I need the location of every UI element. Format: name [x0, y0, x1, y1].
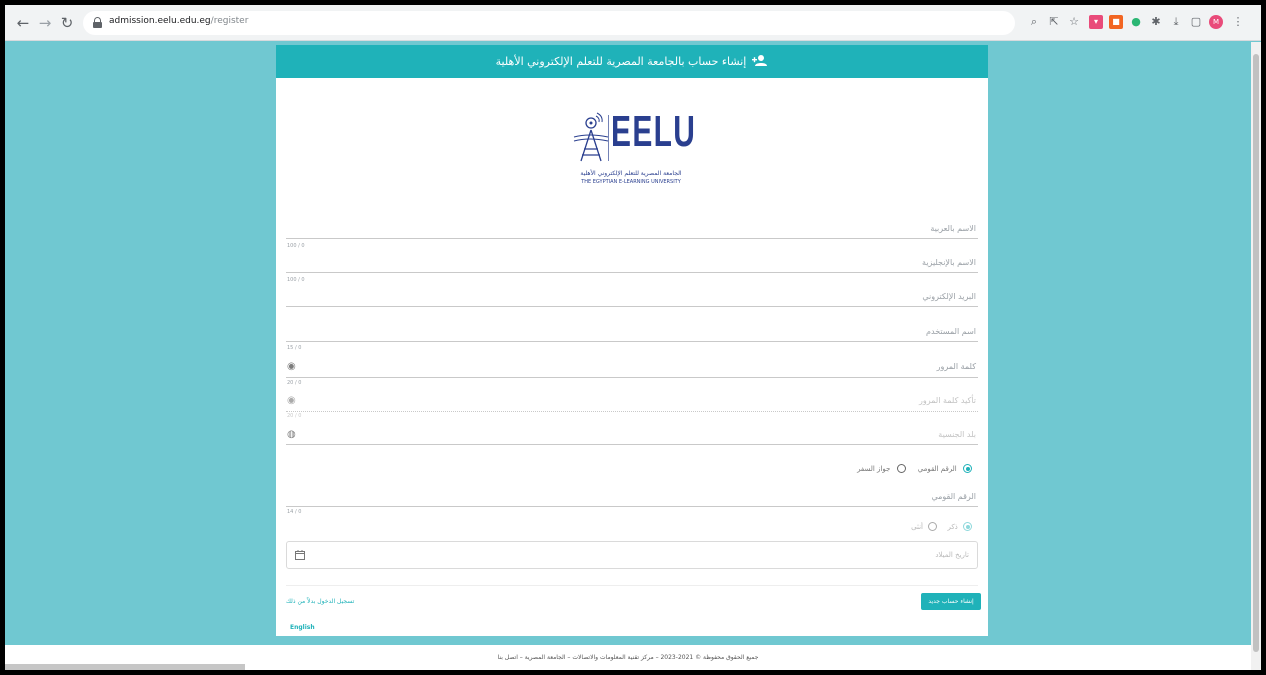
url-text: admission.eelu.edu.eg/register [109, 16, 249, 26]
field-label: الاسم بالإنجليزية [922, 258, 976, 267]
gender-group: ذكر أنثى [908, 522, 972, 531]
extension-icon[interactable]: ■ [1109, 15, 1123, 29]
add-user-icon [752, 46, 768, 79]
password-field[interactable]: ◉ كلمة المرور [286, 358, 978, 378]
char-counter: 14 / 0 [287, 509, 302, 515]
confirm-password-field[interactable]: ◉ تأكيد كلمة المرور [286, 392, 978, 412]
extension-icon[interactable]: ✱ [1149, 15, 1163, 29]
horizontal-scrollbar[interactable] [5, 664, 245, 670]
nationality-select[interactable]: ◍ بلد الجنسية [286, 426, 978, 445]
char-counter: 100 / 0 [287, 277, 305, 283]
logo-mark-icon [573, 112, 609, 162]
char-counter: 15 / 0 [287, 345, 302, 351]
card-title: إنشاء حساب بالجامعة المصرية للتعلم الإلك… [495, 55, 747, 68]
logo-arabic-text: الجامعة المصرية للتعلم الإلكتروني الأهلي… [580, 170, 682, 177]
birth-date-input[interactable]: تاريخ الميلاد [286, 541, 978, 569]
lock-icon [93, 17, 102, 28]
national-id-field[interactable]: الرقم القومي [286, 489, 978, 507]
divider [286, 585, 978, 586]
logo-wordmark: EELU [611, 107, 697, 156]
address-bar[interactable]: admission.eelu.edu.eg/register [83, 11, 1015, 35]
field-label: كلمة المرور [936, 362, 976, 371]
back-icon[interactable]: ← [13, 13, 33, 33]
footer-text[interactable]: جميع الحقوق محفوظة © 2021-2023 – مركز تق… [498, 654, 759, 661]
browser-toolbar: ← → ↻ admission.eelu.edu.eg/register ⌕ ⇱… [5, 5, 1261, 41]
bookmark-star-icon[interactable]: ☆ [1067, 15, 1081, 29]
field-label: الرقم القومي [931, 492, 976, 501]
id-type-group: الرقم القومي جواز السفر [853, 464, 972, 473]
english-name-field[interactable]: الاسم بالإنجليزية [286, 255, 978, 273]
extension-icon[interactable]: ● [1129, 15, 1143, 29]
profile-avatar-icon[interactable]: M [1209, 15, 1223, 29]
eye-icon[interactable]: ◉ [287, 395, 296, 406]
char-counter: 20 / 0 [287, 413, 302, 419]
field-label: تأكيد كلمة المرور [919, 396, 976, 405]
logo-english-text: THE EGYPTIAN E-LEARNING UNIVERSITY [581, 179, 681, 185]
sidebar-icon[interactable]: ▢ [1189, 15, 1203, 29]
radio-label: جواز السفر [857, 464, 891, 473]
vertical-scrollbar[interactable] [1251, 42, 1261, 670]
card-header: إنشاء حساب بالجامعة المصرية للتعلم الإلك… [276, 45, 988, 78]
radio-label: الرقم القومي [917, 464, 957, 473]
login-instead-link[interactable]: تسجيل الدخول بدلاً من ذلك [286, 598, 354, 605]
share-icon[interactable]: ⇱ [1047, 15, 1061, 29]
radio-label: أنثى [911, 522, 923, 531]
char-counter: 100 / 0 [287, 243, 305, 249]
menu-icon[interactable]: ⋮ [1231, 15, 1245, 29]
register-card: إنشاء حساب بالجامعة المصرية للتعلم الإلك… [276, 45, 988, 636]
char-counter: 20 / 0 [287, 380, 302, 386]
birth-date-placeholder: تاريخ الميلاد [935, 551, 969, 559]
arabic-name-field[interactable]: الاسم بالعربية [286, 221, 978, 239]
radio-national-id[interactable] [963, 464, 972, 473]
reload-icon[interactable]: ↻ [57, 13, 77, 33]
field-label: الاسم بالعربية [930, 224, 976, 233]
radio-female[interactable] [928, 522, 938, 531]
username-field[interactable]: اسم المستخدم [286, 324, 978, 342]
browser-window: ← → ↻ admission.eelu.edu.eg/register ⌕ ⇱… [5, 5, 1261, 670]
field-label: اسم المستخدم [926, 327, 976, 336]
email-field[interactable]: البريد الإلكتروني [286, 289, 978, 307]
radio-passport[interactable] [896, 464, 906, 473]
scrollbar-thumb[interactable] [1253, 54, 1259, 652]
zoom-icon[interactable]: ⌕ [1027, 15, 1041, 29]
radio-label: ذكر [947, 522, 958, 531]
globe-icon: ◍ [287, 429, 296, 440]
field-label: بلد الجنسية [938, 430, 976, 439]
radio-male[interactable] [963, 522, 972, 531]
calendar-icon[interactable] [295, 550, 305, 560]
create-account-button[interactable]: إنشاء حساب جديد [921, 593, 981, 610]
eye-icon[interactable]: ◉ [287, 361, 296, 372]
forward-icon[interactable]: → [35, 13, 55, 33]
extension-icon[interactable]: ▾ [1089, 15, 1103, 29]
language-switch-link[interactable]: English [290, 624, 315, 631]
eelu-logo: EELU الجامعة المصرية للتعلم الإلكتروني ا… [561, 107, 701, 197]
download-icon[interactable]: ⤓ [1169, 15, 1183, 29]
field-label: البريد الإلكتروني [922, 292, 976, 301]
